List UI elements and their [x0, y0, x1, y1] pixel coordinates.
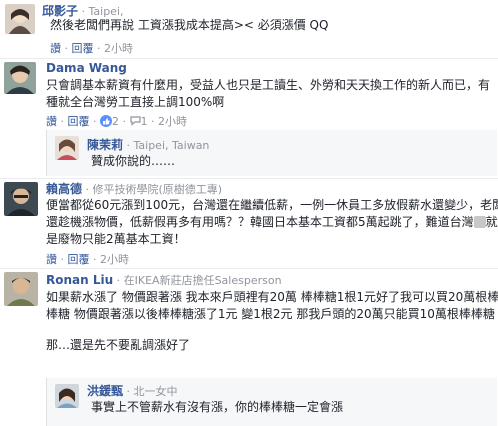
comment-2: Dama Wang 只會調基本薪資有什麼用，受益人也只是工讀生、外勞和天天換工作…	[0, 60, 498, 180]
author-name[interactable]: 邱影子	[42, 4, 78, 18]
text-line: 只會調基本薪資有什麼用，受益人也只是工讀生、外勞和天天換工作的新人而已，有	[46, 78, 491, 92]
author-location: · Taipei, Taiwan	[123, 139, 210, 152]
avatar[interactable]	[55, 136, 79, 160]
comment-text: 便當都從60元漲到100元，台灣還在繼續低薪，一例一休員工多放假薪水還變少，老闆…	[46, 197, 498, 248]
author-name[interactable]: 賴高德	[46, 182, 82, 196]
reply-text: 事實上不管薪水有沒有漲，你的棒棒糖一定會漲	[91, 399, 343, 416]
avatar-image	[55, 384, 79, 408]
timestamp[interactable]: 2小時	[158, 115, 187, 128]
timestamp[interactable]: 2小時	[104, 42, 133, 55]
divider	[0, 268, 498, 269]
reply-author[interactable]: 洪鍰甄 · 北一女中	[87, 382, 178, 399]
comment-author[interactable]: 賴高德 · 修平技術學院(原樹德工專)	[46, 180, 222, 197]
avatar-image	[4, 182, 38, 216]
text-line: 贊成你說的……	[91, 154, 176, 168]
text-line: 是廢物只能2萬基本工資！	[46, 232, 186, 246]
avatar-image	[55, 136, 79, 160]
reply-author[interactable]: 陳茉莉 · Taipei, Taiwan	[87, 136, 209, 153]
author-school: · 北一女中	[123, 385, 178, 398]
avatar[interactable]	[4, 272, 38, 306]
text-line: 如果薪水漲了 物價跟著漲 我本來戶頭裡有20萬 棒棒糖1根1元好了我可以買20萬…	[46, 290, 498, 304]
comment-3: 賴高德 · 修平技術學院(原樹德工專) 便當都從60元漲到100元，台灣還在繼續…	[0, 180, 498, 266]
like-button[interactable]: 讚	[50, 42, 61, 55]
like-count: 2	[112, 115, 119, 128]
author-name[interactable]: 陳茉莉	[87, 138, 123, 152]
text-line: 棒糖 物價跟著漲以後棒棒糖漲了1元 變1根2元 那我戶頭的20萬只能買10萬根棒…	[46, 307, 495, 321]
like-count-badge[interactable]: 2	[100, 115, 123, 128]
comment-text: 然後老闆們再說 工資漲我成本提高>< 必須漲價 QQ	[50, 17, 328, 34]
text-line: 種就全台灣勞工直接上調100%啊	[46, 95, 225, 109]
comment-1: 邱影子 · Taipei, 然後老闆們再說 工資漲我成本提高>< 必須漲價 QQ…	[0, 0, 498, 56]
text-line: 便當都從60元漲到100元，台灣還在繼續低薪，一例一休員工多放假薪水還變少，老闆	[46, 198, 498, 212]
reply-bubble-icon	[129, 116, 141, 126]
like-button[interactable]: 讚	[46, 115, 57, 128]
comment-actions: 讚 · 回覆 · 2 · 1 · 2小時	[46, 115, 187, 128]
reply-button[interactable]: 回覆	[72, 42, 94, 55]
timestamp[interactable]: 2小時	[100, 253, 129, 266]
comment-4: Ronan Liu · 在IKEA新莊店擔任Salesperson 如果薪水漲了…	[0, 270, 498, 426]
comment-author[interactable]: Ronan Liu · 在IKEA新莊店擔任Salesperson	[46, 272, 282, 288]
avatar-image	[5, 4, 35, 34]
author-name[interactable]: Dama Wang	[46, 61, 127, 75]
text-line: 然後老闆們再說 工資漲我成本提高>< 必須漲價 QQ	[50, 18, 329, 32]
comment-actions: 讚 · 回覆 · 2小時	[50, 42, 133, 55]
author-workplace: · 在IKEA新莊店擔任Salesperson	[113, 274, 282, 287]
divider	[0, 58, 498, 59]
comment-text: 只會調基本薪資有什麼用，受益人也只是工讀生、外勞和天天換工作的新人而已，有 種就…	[46, 77, 490, 111]
text-line	[46, 323, 498, 337]
reply-button[interactable]: 回覆	[68, 253, 90, 266]
author-name[interactable]: 洪鍰甄	[87, 384, 123, 398]
reply-button[interactable]: 回覆	[68, 115, 90, 128]
author-school: · 修平技術學院(原樹德工專)	[82, 183, 223, 196]
avatar[interactable]	[5, 4, 35, 34]
avatar[interactable]	[55, 384, 79, 408]
text-line: 事實上不管薪水有沒有漲，你的棒棒糖一定會漲	[91, 400, 344, 414]
avatar-image	[4, 272, 38, 306]
text-line: 那…還是先不要亂調漲好了	[46, 338, 191, 352]
comment-actions: 讚 · 回覆 · 2小時	[46, 253, 129, 266]
comment-text: 如果薪水漲了 物價跟著漲 我本來戶頭裡有20萬 棒棒糖1根1元好了我可以買20萬…	[46, 289, 498, 354]
avatar[interactable]	[4, 182, 38, 216]
reply-text: 贊成你說的……	[91, 153, 175, 170]
reply-thread: 洪鍰甄 · 北一女中 事實上不管薪水有沒有漲，你的棒棒糖一定會漲	[46, 378, 497, 426]
divider	[0, 178, 498, 179]
author-name[interactable]: Ronan Liu	[46, 273, 113, 287]
reply-thread: 陳茉莉 · Taipei, Taiwan 贊成你說的……	[46, 130, 497, 176]
reply-count: 1	[140, 115, 148, 128]
text-line: 還趁機漲物價，低薪假再多有用嗎？？韓國日本基本工資都5萬起跳了，難道台灣就	[46, 215, 498, 229]
avatar[interactable]	[4, 62, 36, 94]
blurred-text	[473, 216, 486, 228]
comment-author[interactable]: Dama Wang	[46, 61, 127, 75]
reply-count-badge[interactable]: 1	[129, 115, 152, 128]
avatar-image	[4, 62, 36, 94]
like-button[interactable]: 讚	[46, 253, 57, 266]
thumbs-up-icon	[100, 115, 112, 127]
